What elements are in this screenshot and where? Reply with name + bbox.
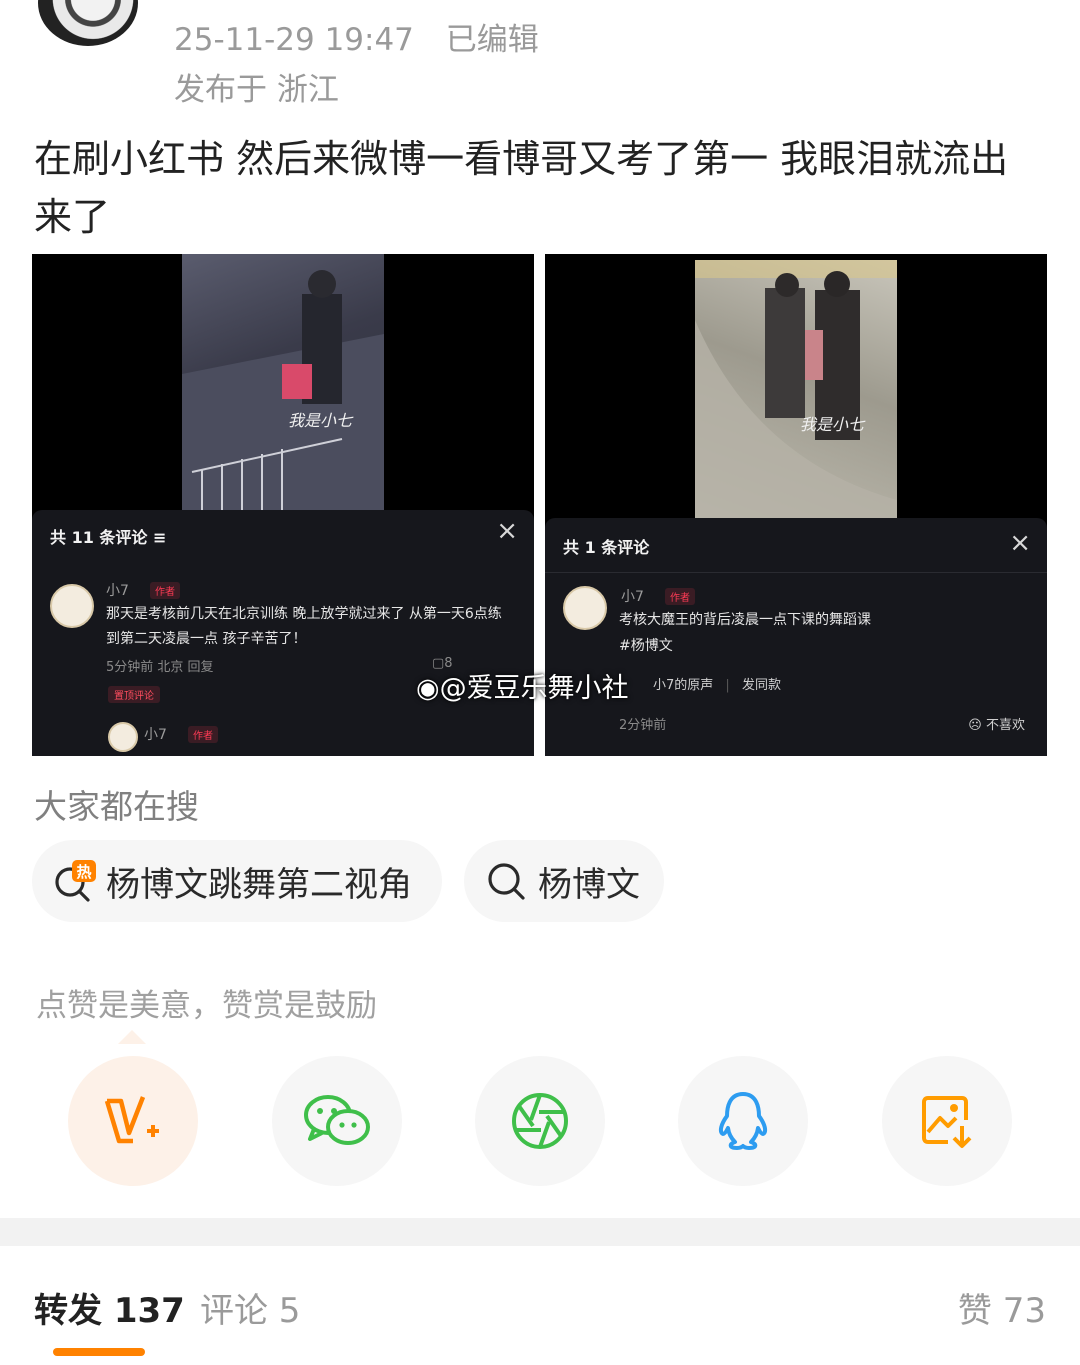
tab-comment[interactable]: 评论 5 <box>200 1283 300 1332</box>
video-frame-2: 我是小七 <box>695 260 897 518</box>
commenter-avatar[interactable] <box>108 722 138 752</box>
video-scene-1: 我是小七 <box>182 270 384 512</box>
trending-search-title: 大家都在搜 <box>34 787 199 826</box>
comment-panel-2: 共 1 条评论 × 小7 作者 考核大魔王的背后凌晨一点下课的舞蹈课 #杨博文 … <box>545 518 1047 756</box>
dislike-button[interactable]: ☹ 不喜欢 <box>968 714 1025 733</box>
weibo-watermark: ◉@爱豆乐舞小社 <box>416 673 629 704</box>
comment-count-header[interactable]: 共 11 条评论 ≡ <box>50 524 166 548</box>
post-location: 发布于 浙江 <box>174 72 339 108</box>
comment-meta: 5分钟前 北京 回复 <box>106 660 214 675</box>
close-icon[interactable]: × <box>1009 530 1031 556</box>
commenter-avatar[interactable] <box>563 586 607 630</box>
panel-divider <box>545 572 1047 573</box>
section-divider <box>0 1218 1080 1246</box>
comment-meta: 2分钟前 <box>619 718 667 733</box>
moments-share-button[interactable] <box>475 1056 605 1186</box>
comment-count-header[interactable]: 共 1 条评论 <box>563 534 649 558</box>
prompt-pointer <box>118 1030 146 1044</box>
pinned-comment-badge: 置顶评论 <box>108 686 160 703</box>
search-chip-label: 杨博文跳舞第二视角 <box>106 864 412 905</box>
post-meta: 25-11-29 19:47 已编辑 <box>174 14 539 59</box>
search-chip-label: 杨博文 <box>538 864 640 905</box>
reward-v-plus-icon <box>104 1096 159 1144</box>
search-chip[interactable]: 杨博文 <box>464 840 664 922</box>
search-icon <box>484 858 530 904</box>
tab-repost[interactable]: 转发 137 <box>34 1283 185 1332</box>
author-badge: 作者 <box>665 588 695 605</box>
close-icon[interactable]: × <box>496 518 518 544</box>
commenter-name[interactable]: 小7 <box>144 724 167 744</box>
post-timestamp: 25-11-29 19:47 <box>174 22 414 58</box>
search-chip-hot[interactable]: 热 杨博文跳舞第二视角 <box>32 840 442 922</box>
edited-label[interactable]: 已编辑 <box>446 22 539 58</box>
qq-icon <box>718 1092 768 1150</box>
author-avatar[interactable] <box>38 0 138 46</box>
wechat-share-button[interactable] <box>272 1056 402 1186</box>
comment-text: 那天是考核前几天在北京训练 晚上放学就过来了 从第一天6点练到第二天凌晨一点 孩… <box>106 606 502 647</box>
comment-hashtag[interactable]: #杨博文 <box>619 634 673 659</box>
save-image-button[interactable] <box>882 1056 1012 1186</box>
reward-prompt: 点赞是美意，赞赏是鼓励 <box>36 988 377 1024</box>
qq-share-button[interactable] <box>678 1056 808 1186</box>
svg-text:我是小七: 我是小七 <box>800 415 866 434</box>
commenter-name[interactable]: 小7 <box>621 586 644 606</box>
reward-button[interactable] <box>68 1056 198 1186</box>
post-text: 在刷小红书 然后来微博一看博哥又考了第一 我眼泪就流出来了 <box>34 137 1009 239</box>
comment-panel-1: 共 11 条评论 ≡ × 小7 作者 那天是考核前几天在北京训练 晚上放学就过来… <box>32 510 534 756</box>
weibo-logo-icon: ◉ <box>416 673 440 704</box>
hot-search-icon: 热 <box>52 858 98 904</box>
commenter-name[interactable]: 小7 <box>106 580 129 600</box>
tab-like[interactable]: 赞 73 <box>958 1283 1046 1332</box>
same-style-link[interactable]: 发同款 <box>742 678 781 693</box>
author-badge: 作者 <box>188 726 218 743</box>
save-image-icon <box>922 1096 972 1148</box>
comment-text: 考核大魔王的背后凌晨一点下课的舞蹈课 <box>619 612 871 628</box>
svg-text:热: 热 <box>76 863 91 881</box>
commenter-avatar[interactable] <box>50 584 94 628</box>
video-frame-1: 我是小七 <box>182 254 384 512</box>
active-tab-indicator <box>53 1348 145 1356</box>
video-scene-2: 我是小七 <box>695 260 897 518</box>
moments-icon <box>512 1093 568 1149</box>
audio-row[interactable]: 小7的原声 | 发同款 <box>653 674 781 693</box>
svg-text:我是小七: 我是小七 <box>288 411 354 430</box>
author-badge: 作者 <box>150 582 180 599</box>
dislike-icon: ☹ <box>968 718 982 733</box>
wechat-icon <box>304 1095 370 1145</box>
